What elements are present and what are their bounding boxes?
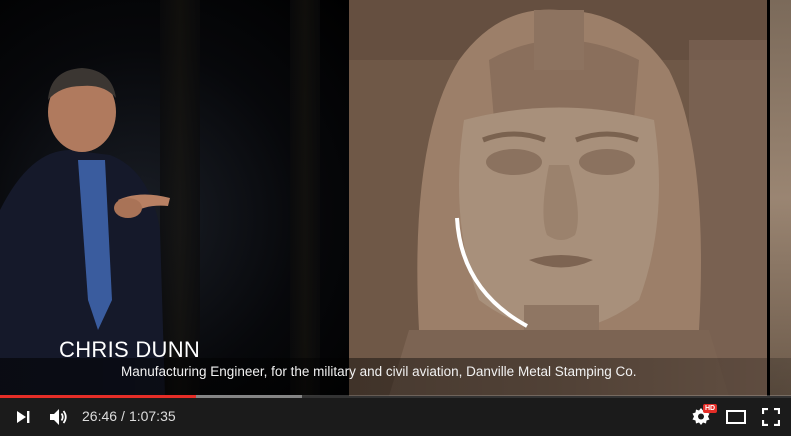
caption-subtitle: Manufacturing Engineer, for the military… [121, 364, 637, 379]
mute-button[interactable] [44, 398, 74, 436]
control-bar: 26:46/1:07:35 HD [0, 398, 791, 436]
theater-mode-button[interactable] [721, 398, 751, 436]
hd-badge: HD [703, 404, 718, 413]
settings-button[interactable]: HD [685, 398, 718, 436]
time-separator: / [121, 408, 125, 424]
play-button[interactable] [8, 398, 38, 436]
video-frame[interactable]: CHRIS DUNN Manufacturing Engineer, for t… [0, 0, 791, 396]
volume-icon [50, 409, 67, 425]
caption-name: CHRIS DUNN [59, 337, 201, 362]
time-display: 26:46/1:07:35 [82, 398, 176, 436]
video-player: CHRIS DUNN Manufacturing Engineer, for t… [0, 0, 791, 436]
play-icon [17, 411, 30, 423]
fullscreen-button[interactable] [756, 398, 786, 436]
theater-mode-icon [726, 410, 746, 424]
current-time: 26:46 [82, 408, 118, 424]
lower-third-caption: CHRIS DUNN Manufacturing Engineer, for t… [0, 330, 791, 396]
duration: 1:07:35 [128, 408, 176, 424]
fullscreen-icon [762, 408, 780, 426]
